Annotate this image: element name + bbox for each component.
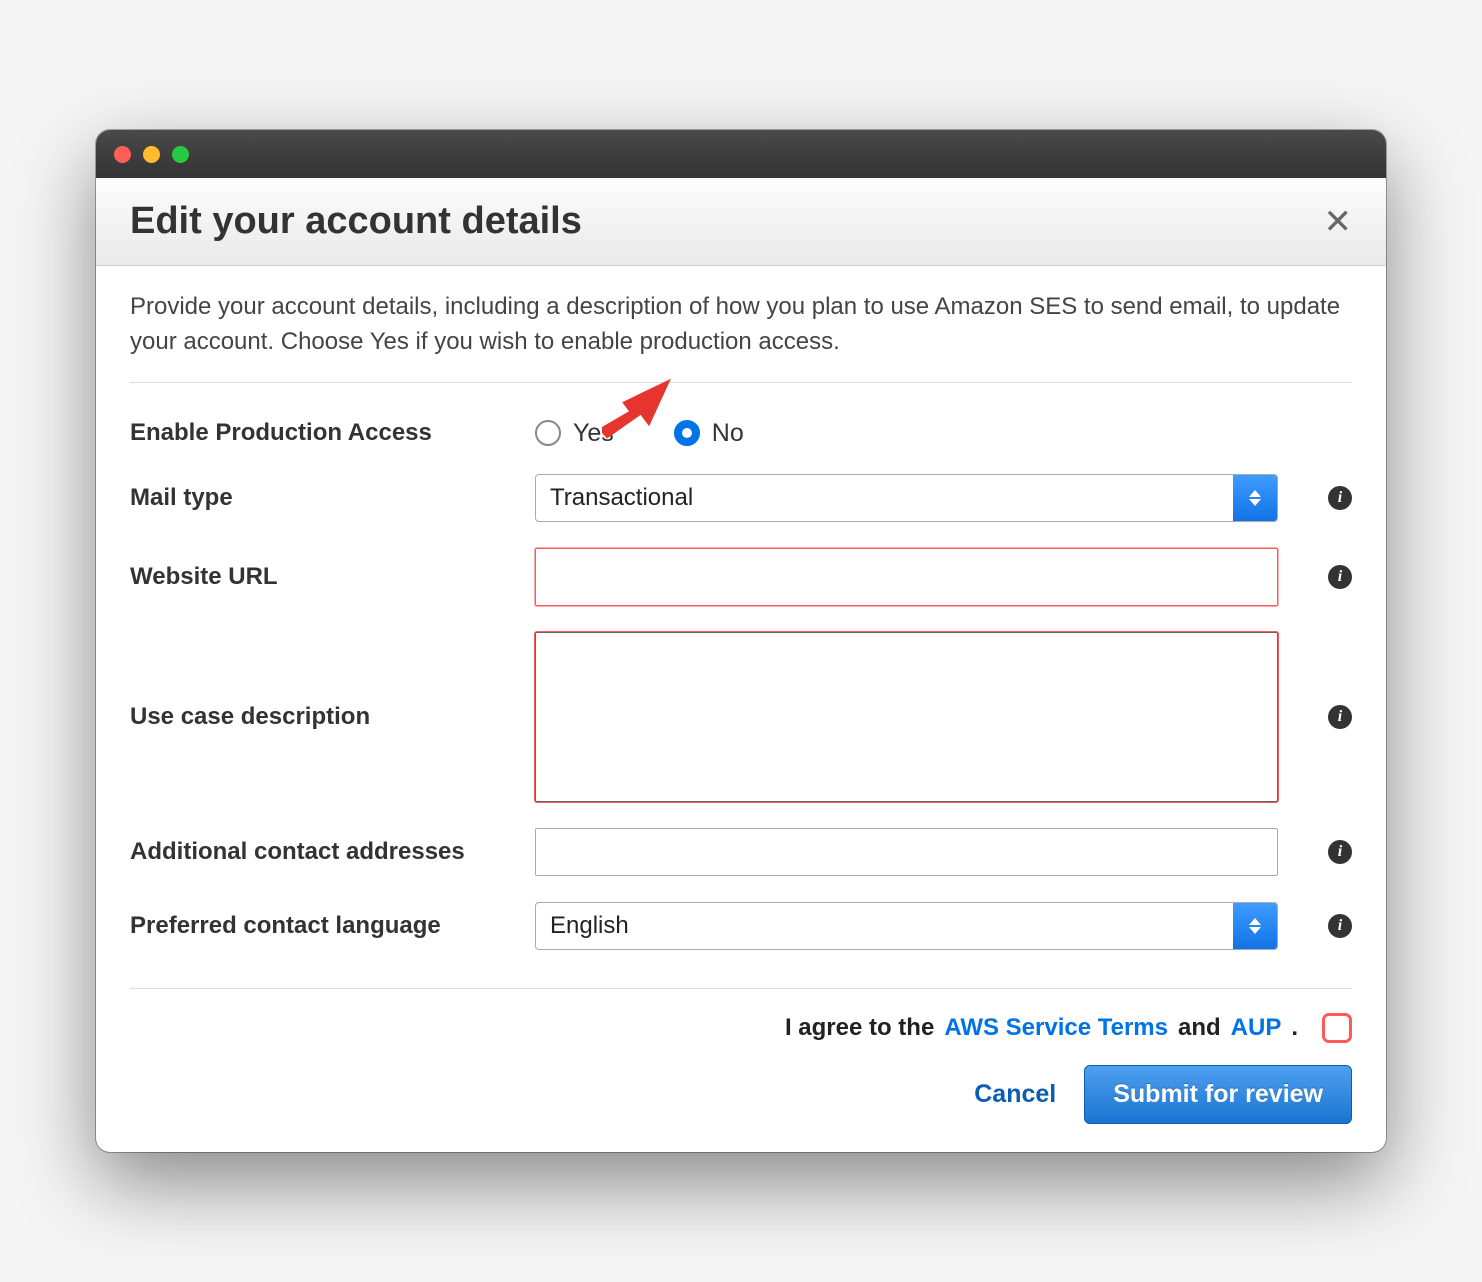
submit-button[interactable]: Submit for review: [1084, 1065, 1352, 1124]
row-use-case: Use case description i: [130, 632, 1352, 802]
close-icon[interactable]: ✕: [1324, 205, 1353, 239]
link-aup[interactable]: AUP: [1231, 1014, 1282, 1042]
dialog-header: Edit your account details ✕: [96, 178, 1386, 266]
info-icon[interactable]: i: [1328, 914, 1352, 938]
agree-prefix: I agree to the: [785, 1014, 934, 1042]
info-icon[interactable]: i: [1328, 840, 1352, 864]
radio-yes-label: Yes: [573, 419, 614, 448]
intro-text: Provide your account details, including …: [130, 290, 1352, 383]
window-titlebar: [96, 130, 1386, 178]
agree-period: .: [1291, 1014, 1298, 1042]
select-mail-type[interactable]: Transactional: [535, 474, 1278, 522]
label-use-case: Use case description: [130, 703, 515, 731]
link-service-terms[interactable]: AWS Service Terms: [944, 1014, 1168, 1042]
row-additional-contacts: Additional contact addresses i: [130, 828, 1352, 876]
agree-and: and: [1178, 1014, 1221, 1042]
window-zoom-icon[interactable]: [172, 146, 189, 163]
label-additional-contacts: Additional contact addresses: [130, 838, 515, 866]
radio-no-label: No: [712, 419, 744, 448]
dialog-body: Provide your account details, including …: [96, 266, 1386, 1152]
buttons-row: Cancel Submit for review: [130, 1065, 1352, 1124]
window-close-icon[interactable]: [114, 146, 131, 163]
row-production-access: Enable Production Access Yes No: [130, 419, 1352, 448]
info-icon[interactable]: i: [1328, 565, 1352, 589]
input-website-url[interactable]: [535, 548, 1278, 606]
dialog-footer: I agree to the AWS Service Terms and AUP…: [130, 988, 1352, 1124]
row-language: Preferred contact language English i: [130, 902, 1352, 950]
select-language-value: English: [536, 912, 1233, 940]
row-mail-type: Mail type Transactional i: [130, 474, 1352, 522]
select-mail-type-value: Transactional: [536, 484, 1233, 512]
radio-yes[interactable]: Yes: [535, 419, 614, 448]
checkbox-agree[interactable]: [1322, 1013, 1352, 1043]
chevron-updown-icon: [1233, 475, 1277, 521]
label-language: Preferred contact language: [130, 912, 515, 940]
row-website-url: Website URL i: [130, 548, 1352, 606]
label-production-access: Enable Production Access: [130, 419, 515, 447]
chevron-updown-icon: [1233, 903, 1277, 949]
cancel-button[interactable]: Cancel: [974, 1080, 1056, 1109]
radio-icon: [535, 420, 561, 446]
textarea-use-case[interactable]: [535, 632, 1278, 802]
info-icon[interactable]: i: [1328, 486, 1352, 510]
select-language[interactable]: English: [535, 902, 1278, 950]
label-website-url: Website URL: [130, 563, 515, 591]
agree-row: I agree to the AWS Service Terms and AUP…: [130, 1013, 1352, 1043]
dialog-title: Edit your account details: [130, 200, 582, 243]
info-icon[interactable]: i: [1328, 705, 1352, 729]
radio-group-production-access: Yes No: [535, 419, 744, 448]
window-minimize-icon[interactable]: [143, 146, 160, 163]
label-mail-type: Mail type: [130, 484, 515, 512]
radio-icon: [674, 420, 700, 446]
macos-window: Edit your account details ✕ Provide your…: [96, 130, 1386, 1152]
radio-no[interactable]: No: [674, 419, 744, 448]
input-additional-contacts[interactable]: [535, 828, 1278, 876]
